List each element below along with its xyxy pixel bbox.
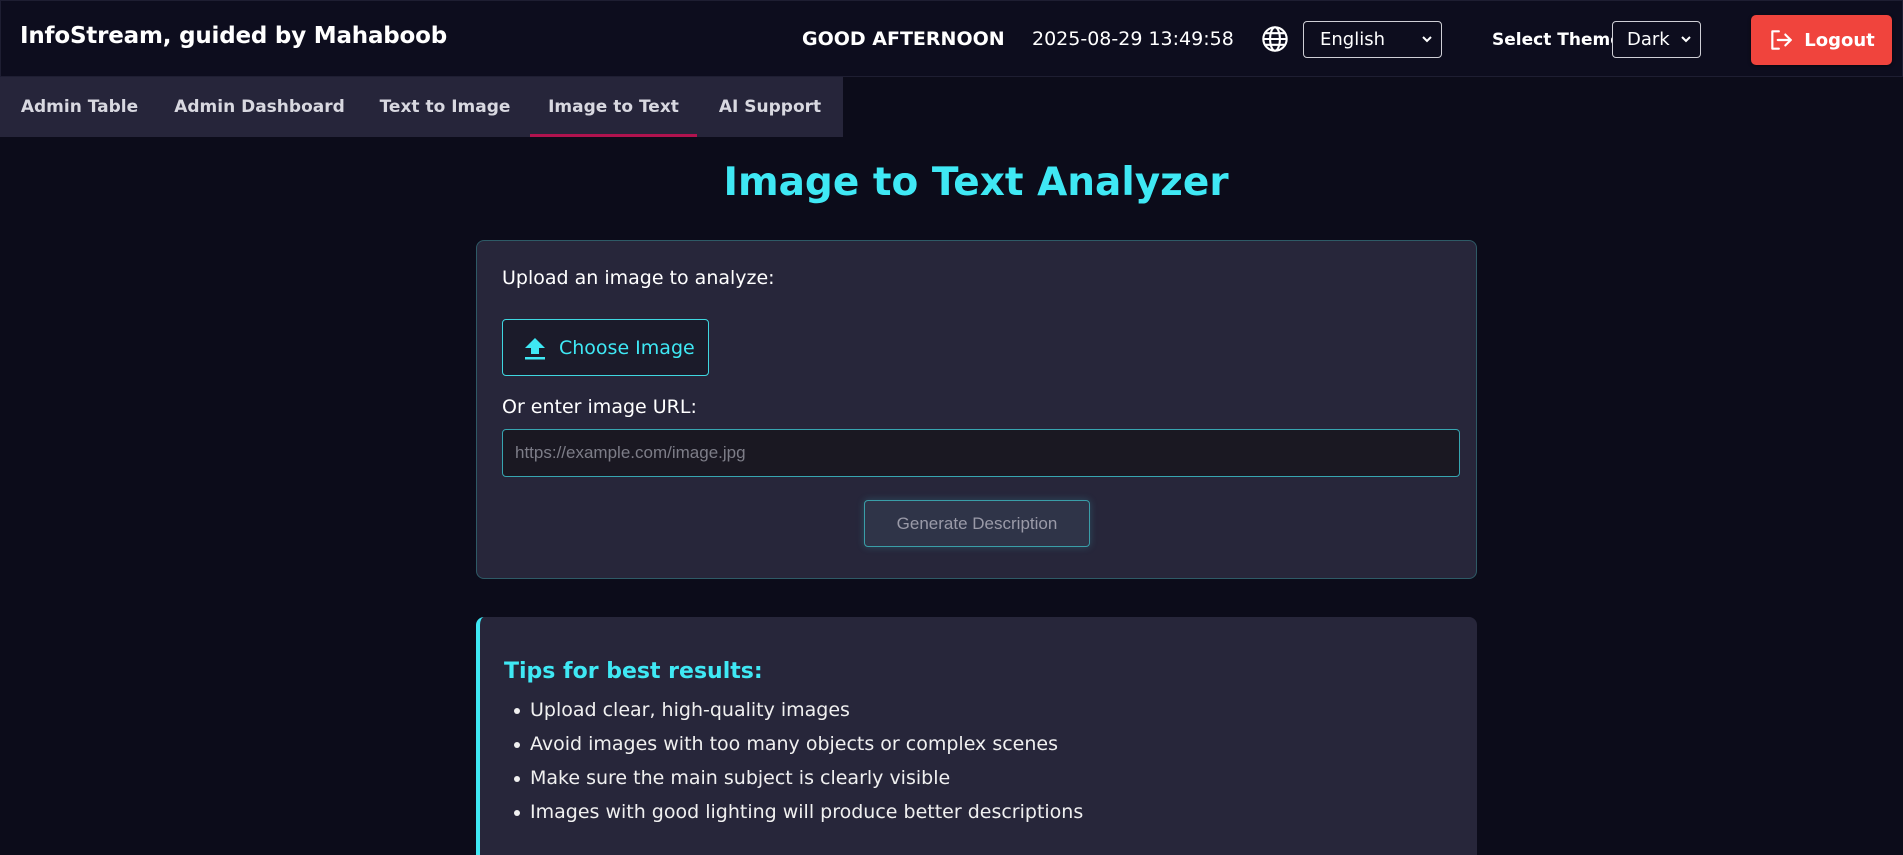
- upload-label: Upload an image to analyze:: [502, 267, 775, 289]
- language-select-value: English: [1320, 29, 1385, 50]
- chevron-down-icon: [1681, 36, 1691, 43]
- greeting-text: GOOD AFTERNOON: [802, 28, 1005, 50]
- theme-select[interactable]: Dark: [1612, 21, 1701, 58]
- tab-admin-table[interactable]: Admin Table: [0, 77, 159, 137]
- analyzer-card: Upload an image to analyze: Choose Image…: [476, 240, 1477, 579]
- top-header: InfoStream, guided by Mahaboob GOOD AFTE…: [0, 0, 1903, 77]
- logout-icon: [1771, 30, 1793, 50]
- image-url-input[interactable]: [502, 429, 1460, 477]
- tip-item: Make sure the main subject is clearly vi…: [513, 767, 1083, 801]
- tip-item: Avoid images with too many objects or co…: [513, 733, 1083, 767]
- tips-title: Tips for best results:: [504, 659, 763, 684]
- choose-image-button[interactable]: Choose Image: [502, 319, 709, 376]
- datetime-display: 2025-08-29 13:49:58: [1032, 28, 1234, 50]
- globe-icon: [1262, 26, 1288, 52]
- generate-description-button[interactable]: Generate Description: [864, 500, 1090, 547]
- brand-title: InfoStream, guided by Mahaboob: [20, 23, 448, 49]
- language-select[interactable]: English: [1303, 21, 1442, 58]
- tip-item: Upload clear, high-quality images: [513, 699, 1083, 733]
- page-title: Image to Text Analyzer: [723, 160, 1229, 205]
- logout-label: Logout: [1804, 29, 1875, 51]
- tab-bar: Admin Table Admin Dashboard Text to Imag…: [0, 77, 843, 137]
- tab-ai-support[interactable]: AI Support: [697, 77, 843, 137]
- choose-image-label: Choose Image: [559, 336, 695, 359]
- tips-panel: Tips for best results: Upload clear, hig…: [476, 617, 1477, 855]
- tip-item: Images with good lighting will produce b…: [513, 801, 1083, 835]
- tab-text-to-image[interactable]: Text to Image: [360, 77, 530, 137]
- theme-select-value: Dark: [1627, 29, 1670, 50]
- tips-list: Upload clear, high-quality images Avoid …: [513, 699, 1083, 835]
- tab-admin-dashboard[interactable]: Admin Dashboard: [159, 77, 360, 137]
- upload-icon: [525, 337, 545, 359]
- url-label: Or enter image URL:: [502, 396, 697, 418]
- tab-image-to-text[interactable]: Image to Text: [530, 77, 697, 137]
- chevron-down-icon: [1422, 36, 1432, 43]
- logout-button[interactable]: Logout: [1751, 15, 1892, 65]
- theme-label: Select Theme: [1492, 30, 1622, 50]
